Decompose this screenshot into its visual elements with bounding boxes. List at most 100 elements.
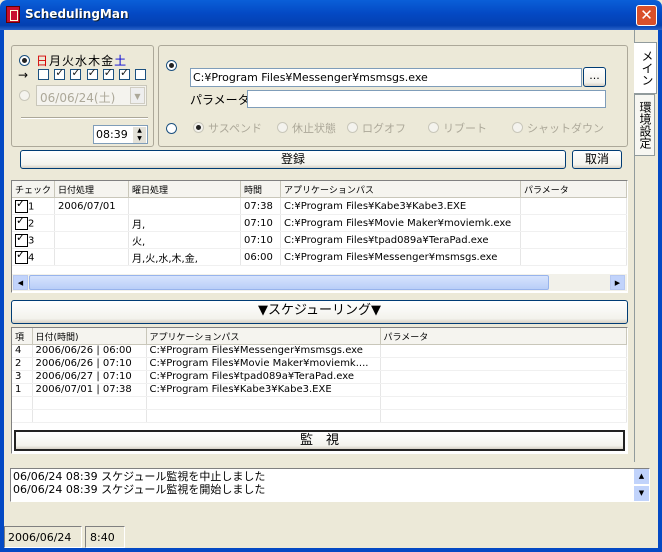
cell-path: C:¥Program Files¥Messenger¥msmsgs.exe [280, 248, 522, 266]
table-row[interactable]: 3 2006/06/27 | 07:10 C:¥Program Files¥tpad… [12, 370, 627, 384]
chevron-down-icon[interactable]: ▼ [130, 87, 145, 104]
cell-time: 07:10 [240, 214, 282, 232]
power-option-label: シャットダウン [527, 122, 604, 135]
cell-datetime: 2006/07/01 | 07:38 [32, 383, 147, 397]
power-option-label: 休止状態 [292, 122, 336, 135]
window-title: SchedulingMan [25, 7, 129, 21]
arrow-icon: → [18, 68, 29, 82]
app-radio[interactable] [166, 60, 177, 71]
row-checkbox[interactable] [15, 232, 28, 247]
column-header[interactable]: アプリケーションパス [146, 328, 381, 345]
cell-param [520, 197, 627, 215]
divider [21, 117, 148, 119]
row-checkbox[interactable] [15, 198, 28, 213]
power-option-radio[interactable] [347, 122, 358, 133]
column-header[interactable]: 曜日処理 [128, 181, 242, 198]
spin-down-icon[interactable]: ▼ [133, 135, 146, 143]
cell-path: C:¥Program Files¥Kabe3¥Kabe3.EXE [280, 197, 522, 215]
column-header[interactable]: 日付処理 [54, 181, 130, 198]
task-list[interactable]: チェック日付処理曜日処理時間アプリケーションパスパラメータ 1 2006/07/0… [11, 180, 628, 293]
table-row[interactable]: 3 火,07:10C:¥Program Files¥tpad089a¥TeraPa… [12, 231, 627, 249]
weekday-radio[interactable] [19, 55, 30, 66]
status-date: 2006/06/24 [4, 526, 82, 548]
scroll-left-icon[interactable]: ◀ [13, 275, 28, 290]
monitor-button[interactable]: 監 視 [14, 430, 625, 451]
cell-num: 1 [12, 383, 33, 397]
table-row[interactable]: 4 2006/06/26 | 06:00 C:¥Program Files¥Mess… [12, 344, 627, 358]
column-header[interactable]: アプリケーションパス [280, 181, 522, 198]
day-checkbox[interactable] [102, 66, 114, 80]
cancel-button[interactable]: 取消 [572, 150, 622, 169]
param-input[interactable] [247, 90, 606, 108]
task-table: チェック日付処理曜日処理時間アプリケーションパスパラメータ 1 2006/07/0… [12, 181, 627, 266]
log-area[interactable]: 06/06/24 08:39 スケジュール監視を中止しました 06/06/24 0… [10, 468, 650, 502]
column-header[interactable]: 日付(時間) [32, 328, 147, 345]
horizontal-scrollbar[interactable]: ◀ ▶ [12, 274, 627, 291]
day-checkbox[interactable] [70, 66, 82, 80]
date-radio[interactable] [19, 90, 30, 101]
table-row[interactable]: 1 2006/07/01 07:38C:¥Program Files¥Kabe3¥K… [12, 197, 627, 215]
status-time: 8:40 [85, 526, 125, 548]
row-number: 1 [28, 201, 35, 212]
cell-num: 4 [12, 344, 33, 358]
power-option-radio[interactable] [428, 122, 439, 133]
day-checkbox[interactable] [54, 66, 66, 80]
browse-button[interactable]: ... [583, 67, 606, 87]
cell-path: C:¥Program Files¥tpad089a¥TeraPad.exe [146, 370, 381, 384]
cell-param [520, 248, 627, 266]
scroll-up-icon[interactable]: ▲ [634, 469, 649, 484]
table-row[interactable]: 4 月,火,水,木,金,06:00C:¥Program Files¥Messeng… [12, 248, 627, 266]
power-option-radio[interactable] [512, 122, 523, 133]
day-checkbox[interactable] [38, 69, 49, 80]
column-header[interactable]: パラメータ [380, 328, 627, 345]
spin-up-icon[interactable]: ▲ [133, 127, 146, 135]
cell-path: C:¥Program Files¥Messenger¥msmsgs.exe [146, 344, 381, 358]
row-number: 3 [28, 235, 35, 246]
table-row[interactable]: 1 2006/07/01 | 07:38 C:¥Program Files¥Kabe… [12, 383, 627, 397]
tab-main[interactable]: メイン [634, 42, 657, 94]
column-header[interactable]: 時間 [240, 181, 282, 198]
cell-path: C:¥Program Files¥Movie Maker¥moviemk.exe [280, 214, 522, 232]
power-option-radio[interactable] [193, 122, 204, 133]
cell-datetime: 2006/06/26 | 07:10 [32, 357, 147, 371]
param-label: パラメータ [190, 93, 250, 107]
power-option-radio[interactable] [277, 122, 288, 133]
scrollbar-thumb[interactable] [29, 275, 549, 290]
app-path-input[interactable]: C:¥Program Files¥Messenger¥msmsgs.exe [190, 68, 582, 87]
table-row[interactable]: 2 2006/06/26 | 07:10 C:¥Program Files¥Movi… [12, 357, 627, 371]
power-option-label: ログオフ [362, 122, 406, 135]
column-header[interactable]: チェック [12, 181, 56, 198]
row-checkbox[interactable] [15, 215, 28, 230]
row-number: 2 [28, 218, 35, 229]
column-header[interactable]: パラメータ [520, 181, 627, 198]
cell-dow: 火, [128, 231, 242, 249]
log-lines: 06/06/24 08:39 スケジュール監視を中止しました 06/06/24 0… [13, 470, 265, 496]
time-spinner[interactable]: 08:39 ▲ ▼ [93, 125, 148, 144]
cell-path: C:¥Program Files¥tpad089a¥TeraPad.exe [280, 231, 522, 249]
tab-settings[interactable]: 環境設定 [634, 94, 655, 156]
cell-param [520, 214, 627, 232]
row-checkbox[interactable] [15, 249, 28, 264]
cell-num: 3 [12, 370, 33, 384]
cell-dow [128, 197, 242, 215]
window-frame-right [658, 30, 662, 552]
power-radio[interactable] [166, 123, 177, 134]
cell-param [380, 370, 627, 384]
close-button[interactable]: ✕ [636, 5, 657, 26]
cell-path: C:¥Program Files¥Movie Maker¥moviemk.... [146, 357, 381, 371]
day-checkbox[interactable] [86, 66, 98, 80]
scheduling-button[interactable]: ▼スケジューリング▼ [11, 300, 628, 324]
register-button[interactable]: 登録 [20, 150, 566, 169]
day-checkbox[interactable] [119, 66, 130, 80]
cell-date [54, 214, 130, 232]
scroll-right-icon[interactable]: ▶ [610, 275, 625, 290]
scroll-down-icon[interactable]: ▼ [634, 486, 649, 501]
close-icon: ✕ [640, 6, 653, 24]
day-checkbox[interactable] [135, 69, 147, 80]
day-labels: 日月火水木金土 [36, 52, 127, 69]
cell-param [380, 344, 627, 358]
date-picker[interactable]: 06/06/24(土) ▼ [36, 85, 147, 106]
column-header[interactable]: 項 [12, 328, 33, 345]
table-row[interactable]: 2 月,07:10C:¥Program Files¥Movie Maker¥mov… [12, 214, 627, 232]
day-label: 日 [36, 54, 50, 68]
